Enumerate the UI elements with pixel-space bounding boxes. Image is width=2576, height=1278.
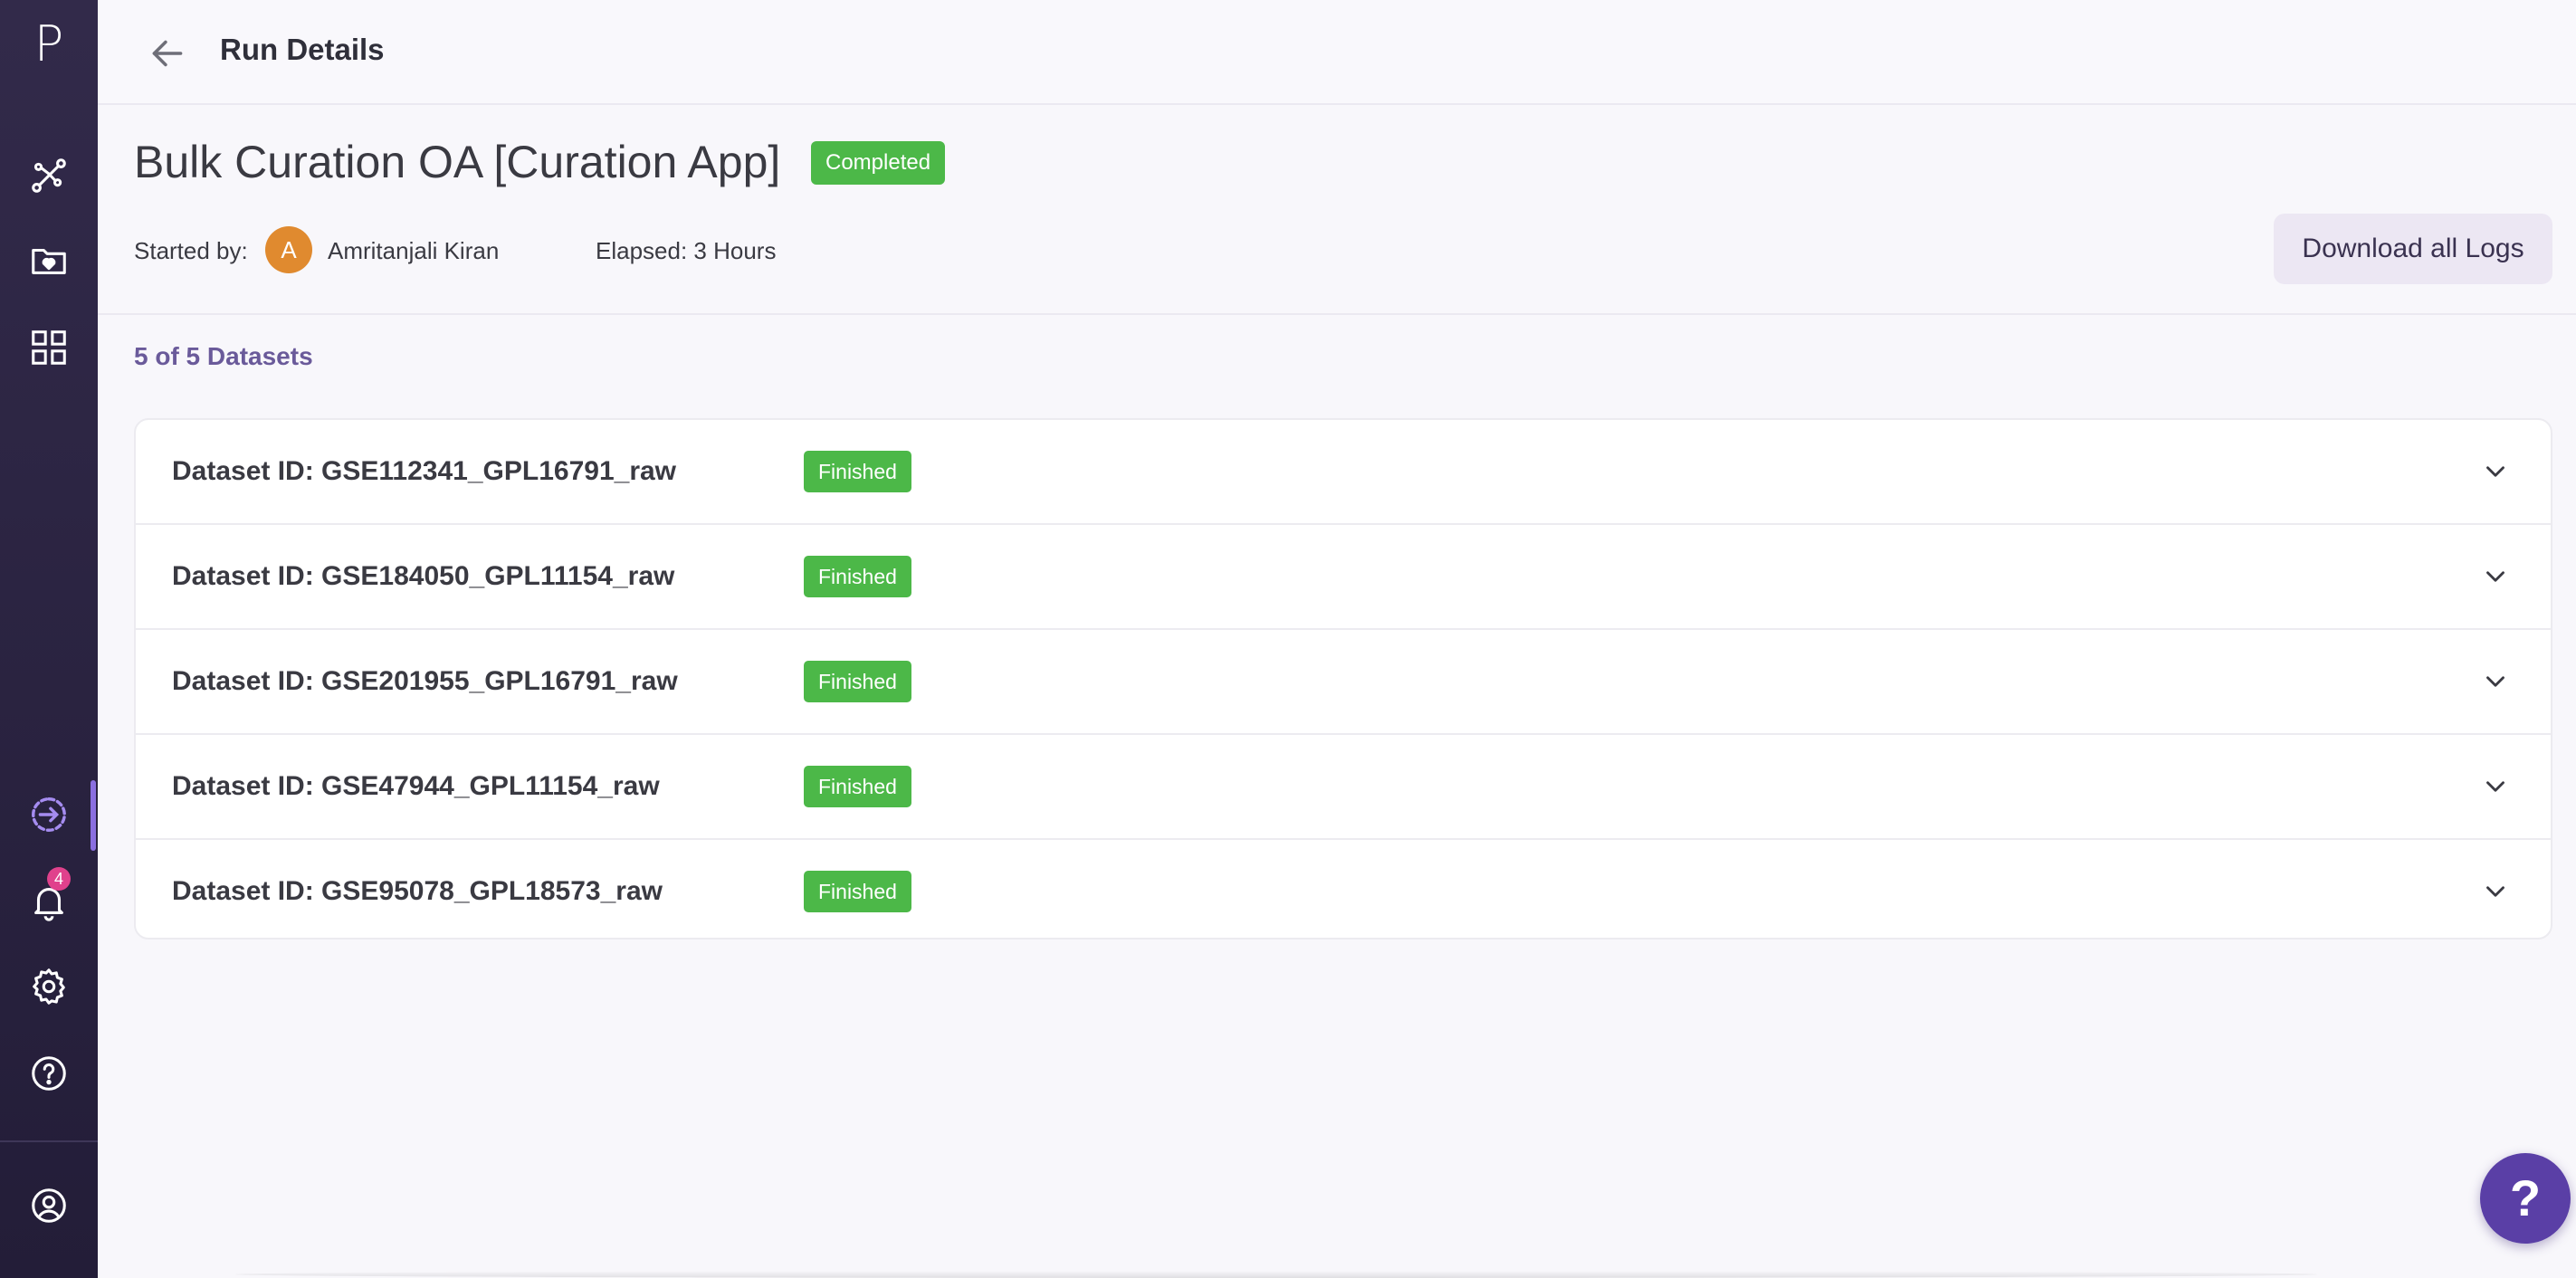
dataset-id: Dataset ID: GSE201955_GPL16791_raw — [172, 666, 678, 696]
dataset-status-badge: Finished — [804, 556, 911, 597]
runs-icon[interactable] — [18, 784, 80, 845]
dataset-row[interactable]: Dataset ID: GSE95078_GPL18573_raw Finish… — [136, 840, 2551, 938]
chevron-down-icon[interactable] — [2480, 771, 2511, 802]
dataset-count: 5 of 5 Datasets — [134, 342, 313, 370]
dataset-status-badge: Finished — [804, 661, 911, 702]
dataset-id: Dataset ID: GSE184050_GPL11154_raw — [172, 561, 675, 591]
dataset-status-badge: Finished — [804, 766, 911, 807]
dataset-row[interactable]: Dataset ID: GSE112341_GPL16791_raw Finis… — [136, 420, 2551, 525]
workflow-icon[interactable] — [18, 145, 80, 206]
user-circle-icon[interactable] — [18, 1175, 80, 1236]
elapsed-time: Elapsed: 3 Hours — [596, 237, 777, 264]
active-indicator — [91, 780, 96, 851]
dataset-status-badge: Finished — [804, 871, 911, 912]
bottom-shadow — [235, 1271, 2317, 1278]
run-name: Bulk Curation OA [Curation App] — [134, 137, 781, 187]
dataset-row[interactable]: Dataset ID: GSE47944_GPL11154_raw Finish… — [136, 735, 2551, 840]
chevron-down-icon[interactable] — [2480, 666, 2511, 697]
dataset-id: Dataset ID: GSE95078_GPL18573_raw — [172, 876, 663, 906]
back-arrow-icon[interactable] — [145, 31, 190, 76]
dataset-row[interactable]: Dataset ID: GSE201955_GPL16791_raw Finis… — [136, 630, 2551, 735]
page-title: Run Details — [220, 33, 385, 66]
app-logo[interactable]: P — [22, 13, 76, 76]
chevron-down-icon[interactable] — [2480, 456, 2511, 487]
sidebar: P 4 — [0, 0, 98, 1278]
chevron-down-icon[interactable] — [2480, 561, 2511, 592]
avatar: A — [265, 226, 312, 273]
notification-badge: 4 — [47, 867, 71, 891]
help-chat-button[interactable]: ? — [2480, 1153, 2571, 1244]
dataset-id: Dataset ID: GSE112341_GPL16791_raw — [172, 456, 677, 486]
folder-heart-icon[interactable] — [18, 230, 80, 291]
chevron-down-icon[interactable] — [2480, 876, 2511, 907]
run-status-badge: Completed — [811, 141, 946, 185]
top-header: Run Details — [98, 0, 2576, 105]
help-circle-icon[interactable] — [18, 1043, 80, 1104]
dataset-id: Dataset ID: GSE47944_GPL11154_raw — [172, 771, 660, 801]
dataset-row[interactable]: Dataset ID: GSE184050_GPL11154_raw Finis… — [136, 525, 2551, 630]
started-by-user: Amritanjali Kiran — [328, 237, 500, 264]
dataset-status-badge: Finished — [804, 451, 911, 492]
section-divider — [98, 313, 2576, 315]
download-logs-button[interactable]: Download all Logs — [2274, 214, 2552, 284]
apps-grid-icon[interactable] — [18, 317, 80, 378]
started-by-label: Started by: — [134, 237, 248, 264]
dataset-list: Dataset ID: GSE112341_GPL16791_raw Finis… — [134, 418, 2552, 939]
gear-icon[interactable] — [18, 956, 80, 1017]
sidebar-divider — [0, 1140, 98, 1142]
